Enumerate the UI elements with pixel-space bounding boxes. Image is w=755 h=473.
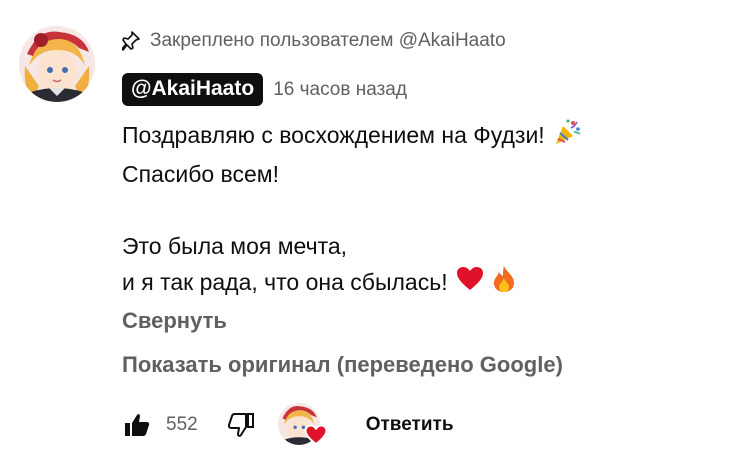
like-count: 552 [166, 414, 198, 435]
pinned-label: Закреплено пользователем @AkaiHaato [150, 30, 506, 51]
creator-heart-icon [304, 424, 328, 451]
like-button[interactable] [122, 410, 152, 440]
reply-button[interactable]: Ответить [366, 414, 454, 436]
comment-line: и я так рада, что она сбылась! [122, 264, 581, 303]
red-heart-icon [456, 266, 484, 302]
comment-header: @AkaiHaato 16 часов назад [122, 73, 407, 106]
comment-line: Это была моя мечта, [122, 232, 348, 259]
pinned-indicator: Закреплено пользователем @AkaiHaato [121, 28, 506, 54]
comment-timestamp[interactable]: 16 часов назад [273, 79, 407, 101]
fire-icon [492, 265, 516, 303]
comment-line: Поздравляю с восхождением на Фудзи! [122, 117, 581, 156]
thumbs-down-icon [227, 413, 254, 437]
comment-blank-line [122, 192, 581, 228]
party-popper-icon [553, 118, 581, 156]
avatar-image [19, 26, 95, 102]
comment-actions: 552 Ответить [122, 403, 454, 447]
thumbs-up-icon [125, 414, 150, 436]
author-name-badge[interactable]: @AkaiHaato [122, 73, 264, 106]
author-avatar[interactable] [19, 26, 95, 102]
creator-heart[interactable] [277, 403, 328, 447]
comment-line: Спасибо всем! [122, 160, 280, 187]
collapse-link[interactable]: Свернуть [122, 308, 227, 334]
comment-text: Поздравляю с восхождением на Фудзи! Спас… [122, 117, 581, 303]
dislike-button[interactable] [226, 410, 256, 440]
show-original-link[interactable]: Показать оригинал (переведено Google) [122, 352, 563, 378]
pin-icon [121, 31, 140, 51]
